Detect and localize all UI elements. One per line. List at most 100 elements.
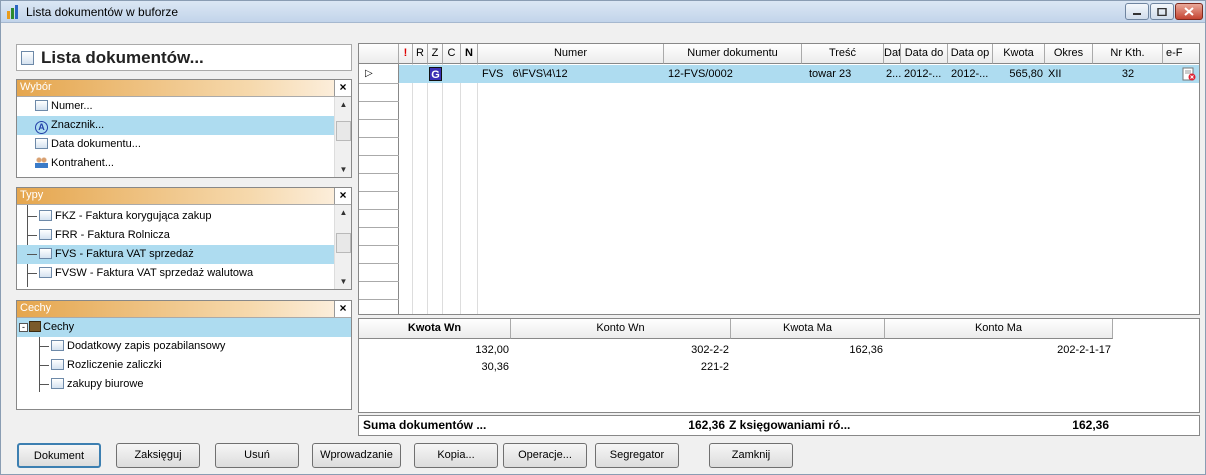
cell-numer-dokumentu[interactable]: 12-FVS/0002 — [666, 65, 802, 83]
col-header-numer[interactable]: Numer — [478, 44, 664, 64]
wybor-item-kontrahent[interactable]: Kontrahent... — [17, 154, 351, 173]
wybor-header: Wybór × — [17, 80, 351, 97]
col-header-numer-dokumentu[interactable]: Numer dokumentu — [664, 44, 802, 64]
row-divider — [359, 245, 399, 246]
scroll-up-icon[interactable]: ▲ — [335, 97, 351, 112]
table-icon — [51, 378, 64, 389]
summary-label-2: Z księgowaniami ró... — [729, 418, 851, 432]
cell-konto-wn[interactable]: 221-2 — [511, 359, 729, 375]
close-window-button[interactable] — [1175, 3, 1203, 20]
col-header-data-do[interactable]: Data do — [901, 44, 948, 64]
col-header-exclaim[interactable]: ! — [399, 44, 413, 64]
tree-branch — [27, 235, 37, 236]
row-divider — [359, 83, 399, 84]
cell-data-do[interactable]: 2012-... — [902, 65, 948, 83]
item-label: Data dokumentu... — [51, 138, 141, 150]
column-divider — [412, 64, 413, 314]
item-label: FKZ - Faktura korygująca zakup — [55, 210, 212, 222]
minimize-button[interactable] — [1125, 3, 1149, 20]
wybor-item-numer[interactable]: Numer... — [17, 97, 351, 116]
cell-kwota-ma[interactable]: 162,36 — [731, 342, 883, 358]
cell-kwota[interactable]: 565,80 — [993, 65, 1045, 83]
wybor-panel: Wybór × Numer... A Znacznik... Data dokum… — [16, 79, 352, 178]
kopia-button[interactable]: Kopia... — [414, 443, 498, 468]
col-header-kwota-wn[interactable]: Kwota Wn — [359, 319, 511, 339]
row-indicator: ▷ — [365, 68, 373, 79]
typy-item-fvsw[interactable]: FVSW - Faktura VAT sprzedaż walutowa — [17, 264, 351, 283]
usun-button[interactable]: Usuń — [215, 443, 299, 468]
row-divider — [359, 299, 399, 300]
typy-panel: Typy × FKZ - Faktura korygująca zakup FR… — [16, 187, 352, 290]
typy-list: FKZ - Faktura korygująca zakup FRR - Fak… — [17, 205, 351, 289]
cechy-close-button[interactable]: × — [334, 301, 351, 317]
col-header-ef[interactable]: e-F — [1163, 44, 1199, 64]
cechy-header: Cechy × — [17, 301, 351, 318]
col-header-kwota-ma[interactable]: Kwota Ma — [731, 319, 885, 339]
cell-nr-kth[interactable]: 32 — [1093, 65, 1163, 83]
collapse-icon[interactable]: - — [19, 323, 28, 332]
scroll-down-icon[interactable]: ▼ — [335, 162, 351, 177]
scroll-up-icon[interactable]: ▲ — [335, 205, 351, 220]
wybor-item-znacznik[interactable]: A Znacznik... — [17, 116, 351, 135]
table-icon — [39, 210, 52, 221]
dokument-button[interactable]: Dokument — [17, 443, 101, 468]
cell-konto-ma[interactable]: 202-2-1-17 — [885, 342, 1111, 358]
typy-scrollbar[interactable]: ▲ ▼ — [334, 205, 351, 289]
cell-konto-wn[interactable]: 302-2-2 — [511, 342, 729, 358]
cechy-item-zakupy[interactable]: zakupy biurowe — [17, 375, 351, 394]
col-header-c[interactable]: C — [443, 44, 461, 64]
col-header-data-op[interactable]: Data op — [948, 44, 993, 64]
typy-close-button[interactable]: × — [334, 188, 351, 204]
col-header-nr-kth[interactable]: Nr Kth. — [1093, 44, 1163, 64]
wybor-close-button[interactable]: × — [334, 80, 351, 96]
col-header-z[interactable]: Z — [428, 44, 443, 64]
cell-okres[interactable]: XII — [1046, 65, 1092, 83]
wybor-scrollbar[interactable]: ▲ ▼ — [334, 97, 351, 177]
scroll-thumb[interactable] — [336, 233, 351, 253]
cechy-item-rozliczenie[interactable]: Rozliczenie zaliczki — [17, 356, 351, 375]
col-header-kwota[interactable]: Kwota — [993, 44, 1045, 64]
summary-label: Suma dokumentów ... — [363, 418, 487, 432]
window-title: Lista dokumentów w buforze — [26, 5, 179, 19]
cechy-root[interactable]: - Cechy — [17, 318, 351, 337]
z-badge: G — [429, 67, 442, 81]
maximize-button[interactable] — [1150, 3, 1174, 20]
tree-branch — [39, 384, 49, 385]
zaksieguj-button[interactable]: Zaksięguj — [116, 443, 200, 468]
cechy-panel: Cechy × - Cechy Dodatkowy zapis pozabilan… — [16, 300, 352, 410]
col-header-dat[interactable]: Dat — [884, 44, 901, 64]
title-bar: Lista dokumentów w buforze — [1, 1, 1205, 23]
scroll-thumb[interactable] — [336, 121, 351, 141]
operacje-button[interactable]: Operacje... — [503, 443, 587, 468]
cechy-item-dodatkowy[interactable]: Dodatkowy zapis pozabilansowy — [17, 337, 351, 356]
wybor-item-data[interactable]: Data dokumentu... — [17, 135, 351, 154]
item-label: Cechy — [43, 321, 75, 333]
cell-tresc[interactable]: towar 23 — [807, 65, 884, 83]
table-icon — [51, 359, 64, 370]
typy-item-fvs[interactable]: FVS - Faktura VAT sprzedaż — [17, 245, 351, 264]
segregator-button[interactable]: Segregator — [595, 443, 679, 468]
cell-kwota-wn[interactable]: 132,00 — [359, 342, 509, 358]
maximize-icon — [1157, 7, 1167, 16]
cell-data-op[interactable]: 2012-... — [949, 65, 993, 83]
col-header-konto-wn[interactable]: Konto Wn — [511, 319, 731, 339]
col-header-r[interactable]: R — [413, 44, 428, 64]
row-divider — [359, 119, 399, 120]
typy-item-fkz[interactable]: FKZ - Faktura korygująca zakup — [17, 207, 351, 226]
wprowadzanie-button[interactable]: Wprowadzanie — [312, 443, 401, 468]
cell-kwota-wn[interactable]: 30,36 — [359, 359, 509, 375]
scroll-down-icon[interactable]: ▼ — [335, 274, 351, 289]
item-label: zakupy biurowe — [67, 378, 144, 390]
zamknij-button[interactable]: Zamknij — [709, 443, 793, 468]
column-divider — [460, 64, 461, 314]
item-label: Dodatkowy zapis pozabilansowy — [67, 340, 226, 352]
col-header-okres[interactable]: Okres — [1045, 44, 1093, 64]
e-faktura-icon[interactable] — [1182, 67, 1196, 81]
typy-item-frr[interactable]: FRR - Faktura Rolnicza — [17, 226, 351, 245]
cell-numer[interactable]: FVS 6\FVS\4\12 — [480, 65, 664, 83]
col-header-n[interactable]: N — [461, 44, 478, 64]
wybor-list: Numer... A Znacznik... Data dokumentu... … — [17, 97, 351, 177]
col-header-konto-ma[interactable]: Konto Ma — [885, 319, 1113, 339]
cell-dat[interactable]: 2... — [886, 65, 901, 83]
col-header-tresc[interactable]: Treść — [802, 44, 884, 64]
